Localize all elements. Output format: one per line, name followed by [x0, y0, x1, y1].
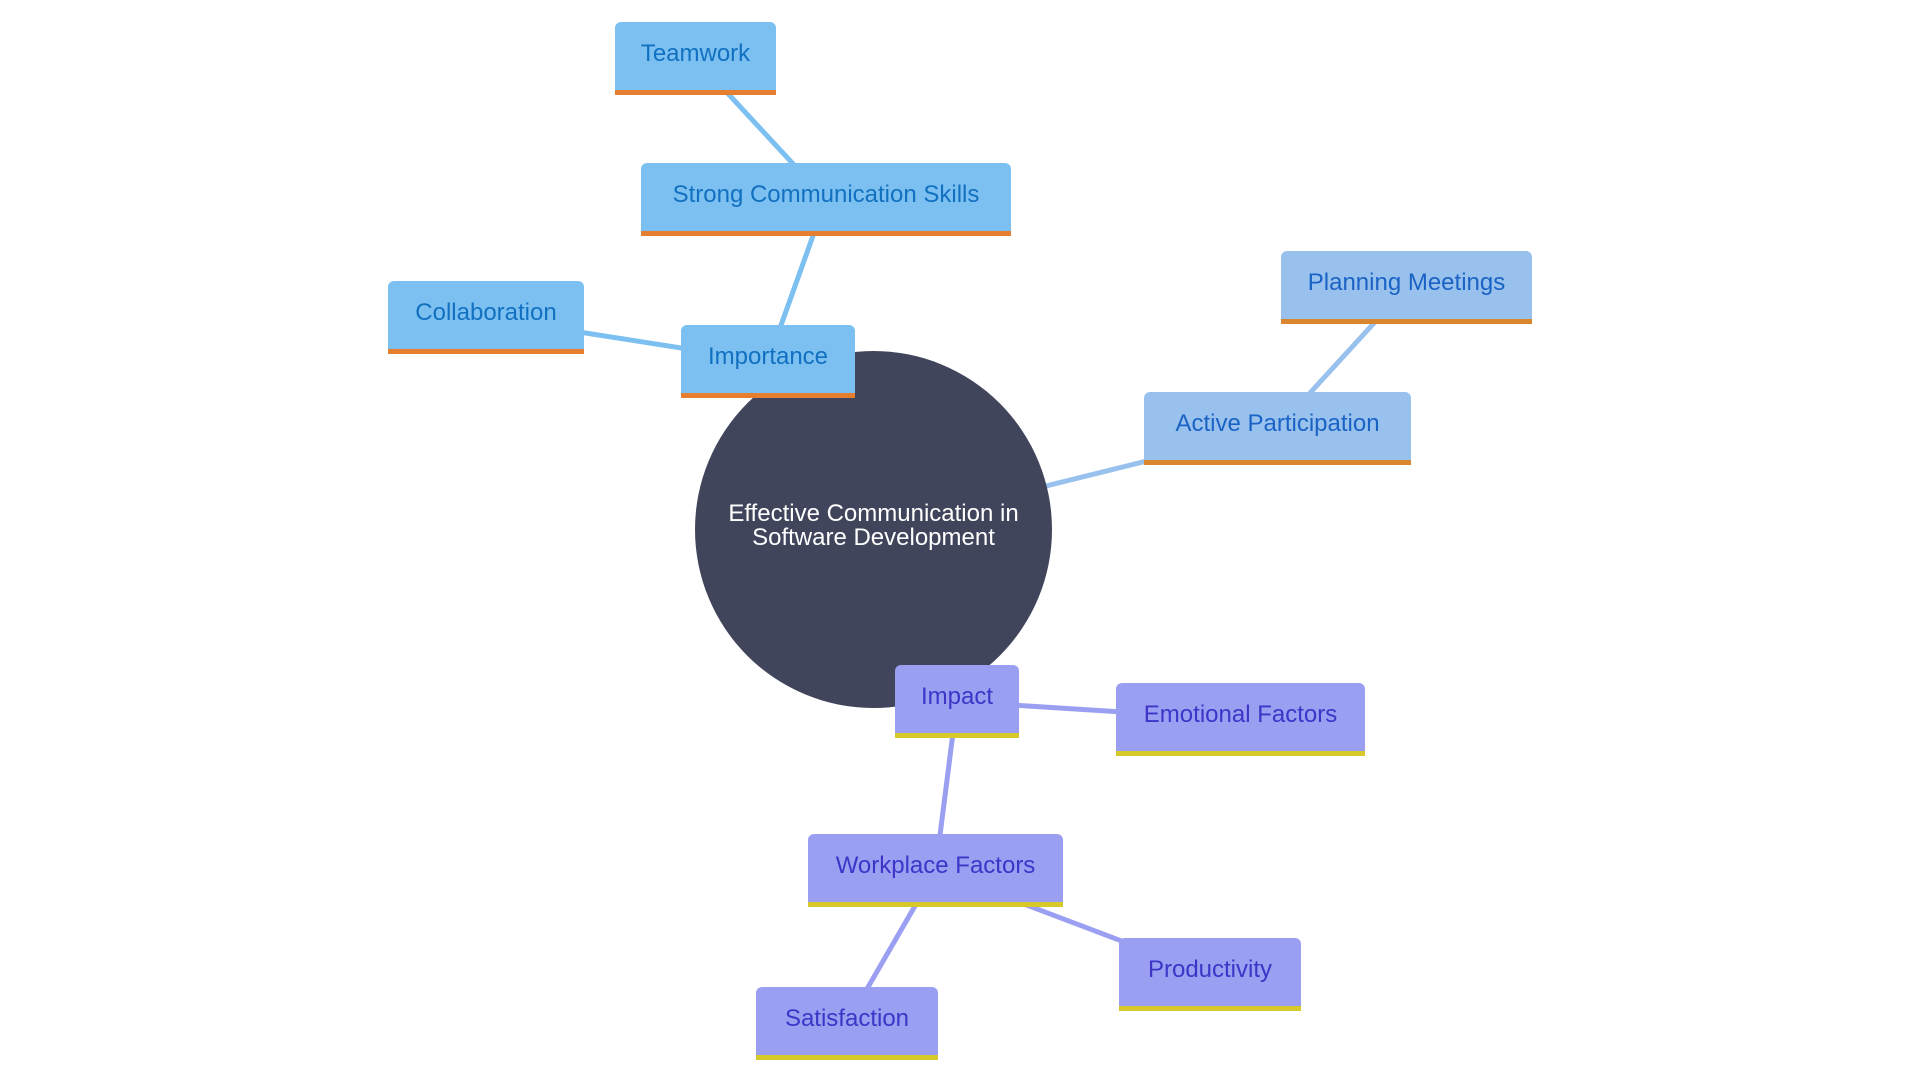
node-impact[interactable]: Impact	[895, 665, 1019, 738]
node-label: Workplace Factors	[835, 851, 1036, 879]
node-strong-communication-skills[interactable]: Strong Communication Skills	[641, 163, 1011, 236]
node-importance[interactable]: Importance	[681, 325, 855, 398]
node-label: Emotional Factors	[1143, 700, 1338, 728]
node-teamwork[interactable]: Teamwork	[615, 22, 776, 95]
node-label: Importance	[707, 342, 829, 370]
root-label-line2: Software Development	[752, 523, 995, 551]
node-workplace-factors[interactable]: Workplace Factors	[808, 834, 1063, 907]
node-label: Collaboration	[415, 298, 557, 326]
node-label: Satisfaction	[784, 1004, 910, 1032]
node-emotional-factors[interactable]: Emotional Factors	[1116, 683, 1365, 756]
node-planning-meetings[interactable]: Planning Meetings	[1281, 251, 1532, 324]
node-label: Planning Meetings	[1307, 268, 1506, 296]
node-label: Teamwork	[640, 39, 751, 67]
node-collaboration[interactable]: Collaboration	[388, 281, 584, 354]
node-label: Strong Communication Skills	[672, 180, 980, 208]
node-active-participation[interactable]: Active Participation	[1144, 392, 1411, 465]
node-satisfaction[interactable]: Satisfaction	[756, 987, 938, 1060]
node-productivity[interactable]: Productivity	[1119, 938, 1301, 1011]
node-label: Active Participation	[1175, 409, 1380, 437]
root-node[interactable]: Effective Communication in Software Deve…	[695, 351, 1052, 708]
node-label: Impact	[920, 682, 994, 710]
node-label: Productivity	[1147, 955, 1273, 983]
